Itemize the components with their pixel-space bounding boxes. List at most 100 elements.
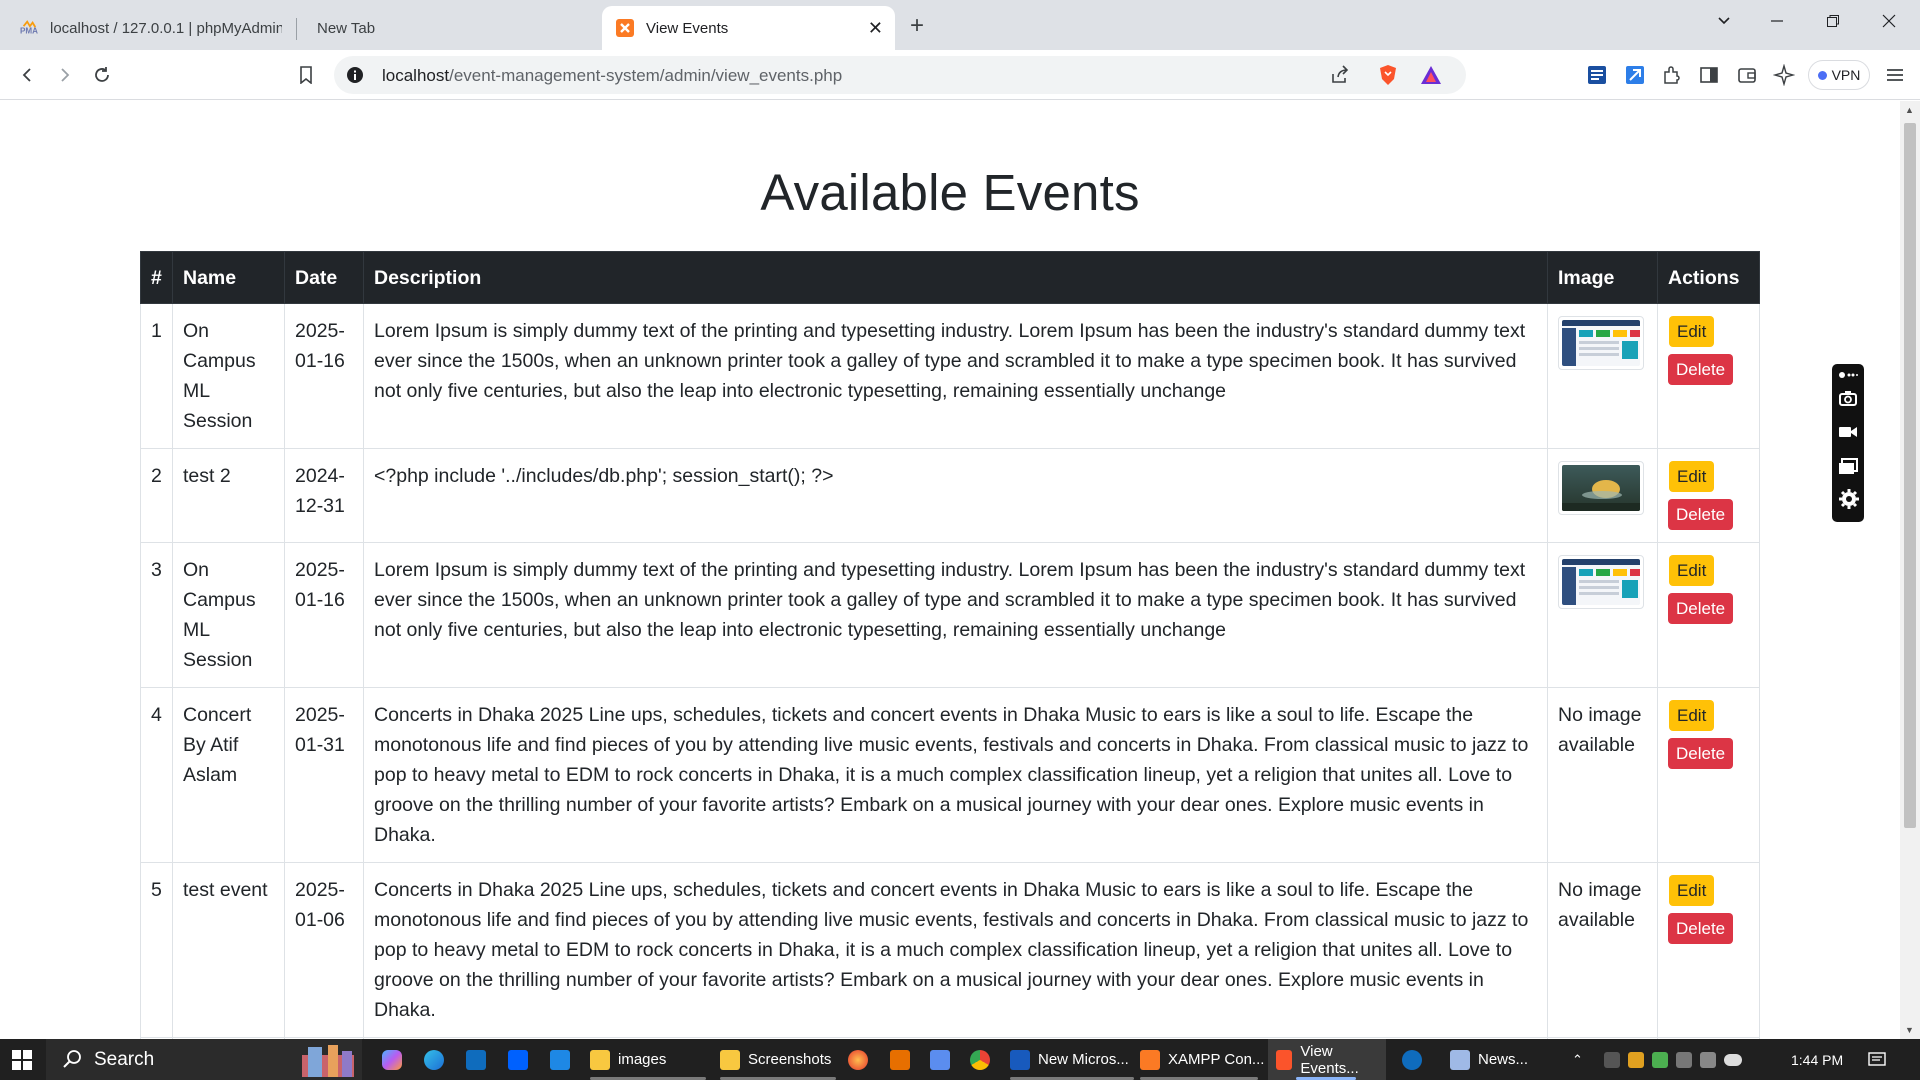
minimize-icon[interactable] xyxy=(1770,12,1784,33)
tray-app-icon[interactable] xyxy=(1652,1051,1668,1068)
vpn-button[interactable]: VPN xyxy=(1808,60,1870,90)
reload-icon[interactable] xyxy=(89,62,115,88)
camera-icon[interactable] xyxy=(1838,388,1858,408)
close-tab-icon[interactable]: ✕ xyxy=(868,18,883,39)
brave-rewards-icon[interactable] xyxy=(1420,65,1442,90)
tab-view-events[interactable]: View Events ✕ xyxy=(602,6,895,50)
taskbar-item-word[interactable]: New Micros... xyxy=(1010,1039,1129,1080)
wallet-icon[interactable] xyxy=(1736,64,1758,86)
taskbar-item-images[interactable]: images xyxy=(590,1039,666,1080)
edit-button[interactable]: Edit xyxy=(1669,875,1715,906)
page-scrollbar[interactable]: ▲ ▼ xyxy=(1900,101,1920,1039)
network-icon[interactable] xyxy=(1604,1051,1620,1068)
event-image-cell xyxy=(1547,303,1658,449)
app-window-icon[interactable] xyxy=(930,1039,958,1080)
new-tab-icon[interactable]: + xyxy=(910,12,924,40)
event-description: Concerts in Dhaka 2025 Line ups, schedul… xyxy=(363,862,1548,1038)
event-name: On Campus ML Session xyxy=(172,303,285,449)
scrollbar-thumb[interactable] xyxy=(1904,123,1916,828)
search-icon xyxy=(62,1049,82,1074)
tab-search-chevron-icon[interactable] xyxy=(1716,12,1732,33)
leo-ai-icon[interactable] xyxy=(1772,63,1796,87)
chrome-icon[interactable] xyxy=(970,1039,998,1080)
windows-start-icon[interactable] xyxy=(12,1039,32,1080)
site-info-icon[interactable] xyxy=(346,66,364,89)
share-icon[interactable] xyxy=(1330,65,1350,90)
system-tray-icons xyxy=(1604,1039,1750,1080)
volume-icon[interactable] xyxy=(1700,1051,1716,1068)
sidebar-icon[interactable] xyxy=(1698,64,1720,86)
edit-button[interactable]: Edit xyxy=(1669,555,1715,586)
column-header-number: # xyxy=(140,251,173,304)
scroll-up-icon[interactable]: ▲ xyxy=(1905,105,1914,115)
delete-button[interactable]: Delete xyxy=(1668,738,1734,769)
firefox-icon[interactable] xyxy=(848,1039,876,1080)
event-actions: Edit Delete xyxy=(1657,303,1760,449)
extension-arrow-icon[interactable] xyxy=(1624,64,1646,86)
back-icon[interactable] xyxy=(14,62,40,88)
restore-icon[interactable] xyxy=(1826,12,1840,33)
tab-label: View Events xyxy=(646,19,729,37)
taskbar-item-view-events[interactable]: View Events... xyxy=(1268,1039,1386,1080)
clock[interactable]: 1:44 PM xyxy=(1791,1039,1843,1080)
table-row: 2 test 2 2024-12-31 <?php include '../in… xyxy=(140,448,1760,543)
delete-button[interactable]: Delete xyxy=(1668,593,1734,624)
taskbar-item-news[interactable]: News... xyxy=(1450,1039,1528,1080)
table-row: 1 On Campus ML Session 2025-01-16 Lorem … xyxy=(140,303,1760,449)
extensions-puzzle-icon[interactable] xyxy=(1661,64,1683,86)
window-capture-icon[interactable] xyxy=(1838,456,1858,476)
bookmark-icon[interactable] xyxy=(293,62,319,88)
address-bar[interactable]: localhost/event-management-system/admin/… xyxy=(334,56,1466,94)
taskbar-item-label: View Events... xyxy=(1300,1042,1359,1077)
news-icon xyxy=(1450,1049,1470,1070)
event-image-thumbnail xyxy=(1558,461,1644,515)
taskbar-search-box[interactable]: Search xyxy=(46,1039,362,1080)
camera-icon[interactable] xyxy=(1676,1051,1692,1068)
dropbox-icon[interactable] xyxy=(508,1039,536,1080)
show-hidden-icons-icon[interactable]: ⌃ xyxy=(1572,1039,1583,1080)
event-date: 2025-01-16 xyxy=(284,542,364,688)
notifications-icon[interactable] xyxy=(1868,1039,1886,1080)
help-icon[interactable] xyxy=(1402,1039,1430,1080)
delete-button[interactable]: Delete xyxy=(1668,354,1734,385)
tray-app-icon[interactable] xyxy=(1628,1051,1644,1068)
event-number: 4 xyxy=(140,687,173,863)
delete-button[interactable]: Delete xyxy=(1668,913,1734,944)
java-icon[interactable] xyxy=(890,1039,918,1080)
taskbar-item-label: News... xyxy=(1478,1051,1529,1068)
event-actions: Edit Delete xyxy=(1657,448,1760,543)
brave-shields-icon[interactable] xyxy=(1378,64,1398,91)
edit-button[interactable]: Edit xyxy=(1669,700,1715,731)
delete-button[interactable]: Delete xyxy=(1668,499,1734,530)
tab-new-tab[interactable]: New Tab xyxy=(303,6,593,50)
column-header-image: Image xyxy=(1547,251,1658,304)
url-path: /event-management-system/admin/view_even… xyxy=(449,66,843,85)
event-number: 1 xyxy=(140,303,173,449)
event-number: 2 xyxy=(140,448,173,543)
scroll-down-icon[interactable]: ▼ xyxy=(1905,1025,1914,1035)
pin-icon[interactable] xyxy=(1838,368,1858,380)
taskbar-item-screenshots[interactable]: Screenshots xyxy=(720,1039,831,1080)
event-description: Lorem Ipsum is simply dummy text of the … xyxy=(363,542,1548,688)
edit-button[interactable]: Edit xyxy=(1669,461,1715,492)
copilot-icon[interactable] xyxy=(382,1039,410,1080)
onedrive-icon[interactable] xyxy=(1724,1053,1742,1066)
forward-icon[interactable] xyxy=(52,62,78,88)
app-icon[interactable] xyxy=(550,1039,578,1080)
taskbar-item-label: images xyxy=(618,1051,667,1068)
menu-icon[interactable] xyxy=(1884,64,1906,86)
edge-icon[interactable] xyxy=(424,1039,452,1080)
edit-button[interactable]: Edit xyxy=(1669,316,1715,347)
outlook-icon[interactable] xyxy=(466,1039,494,1080)
vpn-label: VPN xyxy=(1831,67,1861,83)
video-icon[interactable] xyxy=(1838,422,1858,442)
svg-text:PMA: PMA xyxy=(20,26,38,35)
taskbar-item-xampp[interactable]: XAMPP Con... xyxy=(1140,1039,1264,1080)
reading-list-icon[interactable] xyxy=(1586,64,1608,86)
event-description: Concerts in Dhaka 2025 Line ups, schedul… xyxy=(363,687,1548,863)
url-host: localhost xyxy=(382,66,450,85)
close-window-icon[interactable] xyxy=(1882,12,1896,33)
settings-gear-icon[interactable] xyxy=(1838,488,1859,509)
taskbar-item-label: XAMPP Con... xyxy=(1168,1051,1265,1068)
tab-phpmyadmin[interactable]: PMA localhost / 127.0.0.1 | phpMyAdmin xyxy=(6,6,296,50)
